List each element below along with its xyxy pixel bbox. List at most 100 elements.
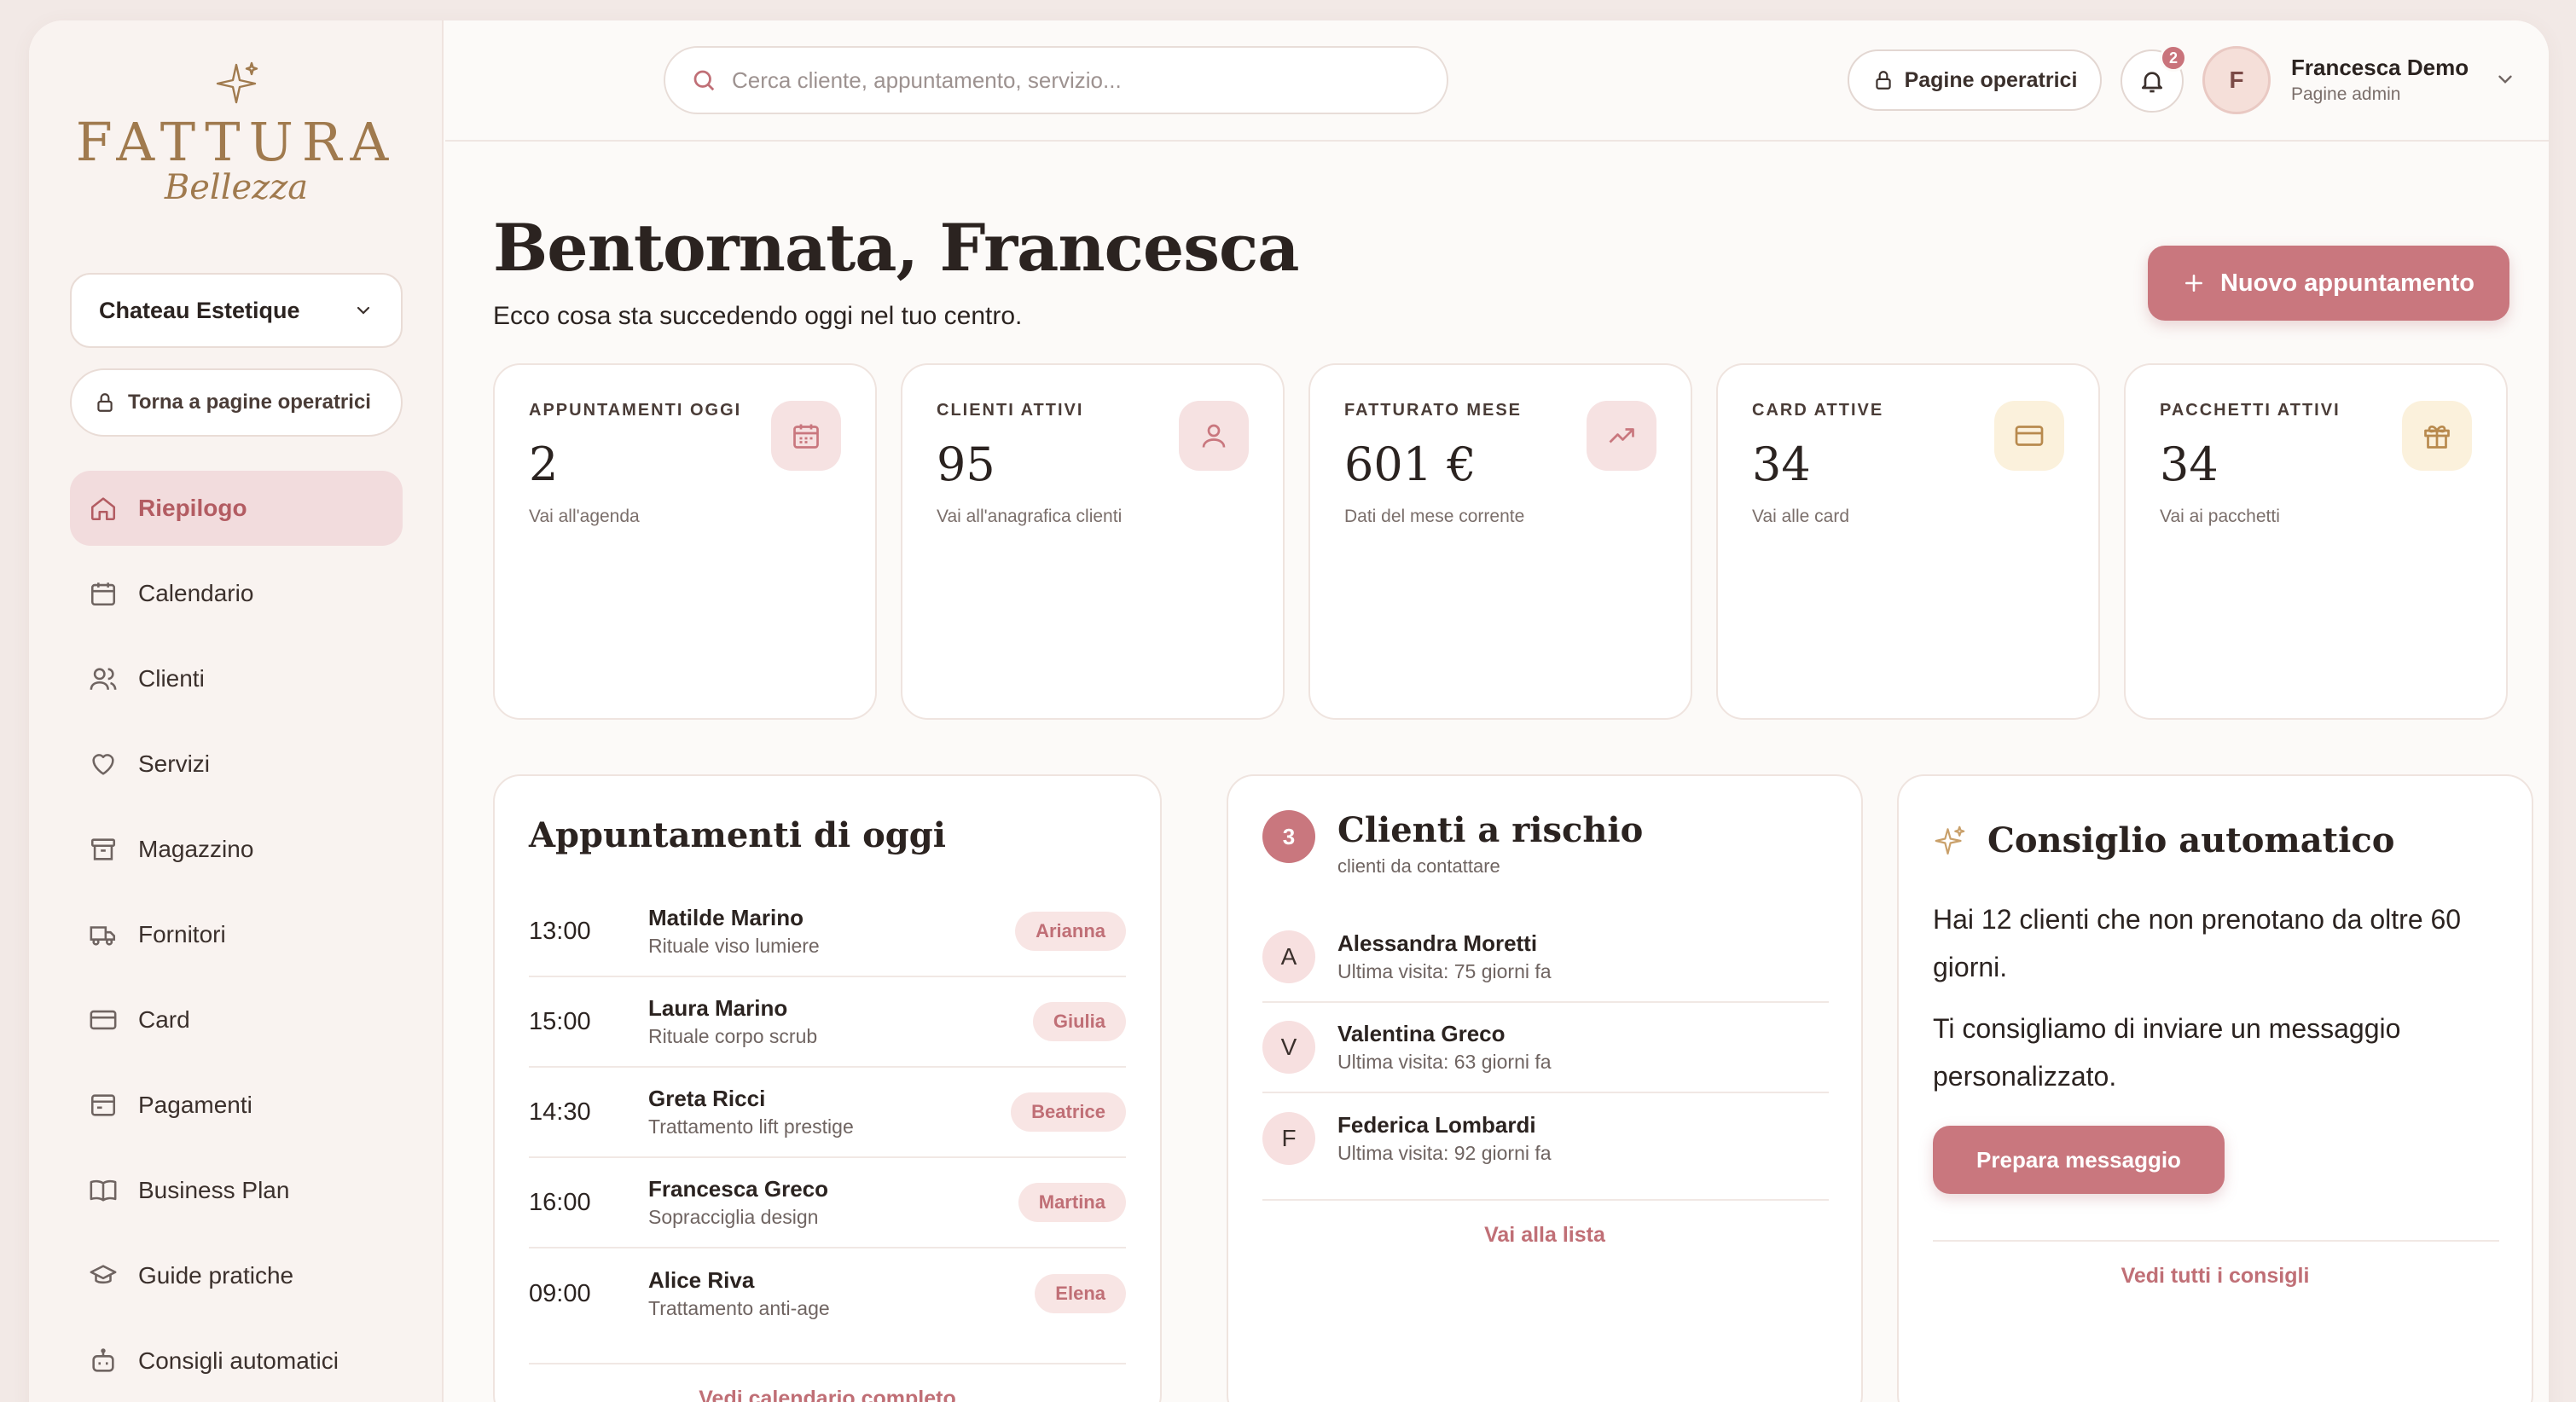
sidebar-item-label: Pagamenti: [138, 1092, 252, 1118]
risk-subtitle: clienti da contattare: [1337, 855, 1500, 877]
stat-link[interactable]: Vai ai pacchetti: [2160, 507, 2472, 527]
user-name: Francesca Demo: [2291, 55, 2469, 80]
client-name: Valentina Greco: [1337, 1021, 1506, 1046]
client-name: Alessandra Moretti: [1337, 930, 1538, 956]
users-icon: [90, 668, 117, 690]
sidebar-item-label: Card: [138, 1006, 190, 1033]
risk-client-list: A Alessandra Moretti Ultima visita: 75 g…: [1262, 912, 1829, 1184]
stat-link: Dati del mese corrente: [1344, 507, 1525, 526]
stat-card-revenue[interactable]: FATTURATO MESE 601 € Dati del mese corre…: [1308, 363, 1692, 720]
avatar[interactable]: F: [2202, 46, 2271, 114]
full-calendar-link[interactable]: Vedi calendario completo: [495, 1387, 1160, 1402]
wallet-icon: [90, 1094, 116, 1116]
staff-badge: Giulia: [1032, 1002, 1126, 1041]
stat-card-clients[interactable]: CLIENTI ATTIVI 95 Vai all'anagrafica cli…: [901, 363, 1285, 720]
appointments-panel: Appuntamenti di oggi 13:00 Matilde Marin…: [493, 774, 1162, 1402]
list-item[interactable]: 13:00 Matilde Marino Rituale viso lumier…: [529, 887, 1126, 977]
brand-subtitle: Bellezza: [164, 168, 309, 207]
search-input[interactable]: [732, 67, 1421, 94]
user-menu[interactable]: Francesca Demo Pagine admin: [2291, 55, 2469, 105]
sidebar-item-label: Business Plan: [138, 1177, 290, 1203]
list-item[interactable]: 15:00 Laura Marino Rituale corpo scrub G…: [529, 977, 1126, 1068]
brand-logo[interactable]: FATTURA Bellezza: [29, 58, 444, 205]
staff-badge: Arianna: [1015, 912, 1126, 951]
graduation-cap-icon: [90, 1265, 117, 1284]
avatar: F: [1262, 1112, 1315, 1165]
new-appointment-button[interactable]: Nuovo appuntamento: [2148, 246, 2509, 321]
tip-body: Hai 12 clienti che non prenotano da oltr…: [1933, 895, 2487, 1100]
appointments-list: 13:00 Matilde Marino Rituale viso lumier…: [529, 887, 1126, 1339]
stat-card-appointments[interactable]: APPUNTAMENTI OGGI 2 Vai all'agenda: [493, 363, 877, 720]
tip-header: Consiglio automatico: [1933, 820, 2394, 860]
divider: [1933, 1240, 2499, 1242]
stat-icon-wrap: [1179, 401, 1249, 471]
stats-row: APPUNTAMENTI OGGI 2 Vai all'agenda CLIEN…: [493, 363, 2508, 720]
list-item[interactable]: 14:30 Greta Ricci Trattamento lift prest…: [529, 1068, 1126, 1158]
all-tips-link[interactable]: Vedi tutti i consigli: [1899, 1264, 2532, 1289]
appointment-service: Rituale viso lumiere: [648, 935, 820, 957]
sidebar-item-guide-pratiche[interactable]: Guide pratiche: [70, 1238, 403, 1313]
sidebar-item-riepilogo[interactable]: Riepilogo: [70, 471, 403, 546]
notifications-button[interactable]: 2: [2121, 44, 2187, 113]
brand-name: FATTURA: [75, 111, 397, 173]
tip-panel: Consiglio automatico Hai 12 clienti che …: [1897, 774, 2533, 1402]
robot-icon: [92, 1348, 114, 1372]
tip-text: Hai 12 clienti che non prenotano da oltr…: [1933, 904, 2462, 982]
stat-icon-wrap: [1587, 401, 1656, 471]
sidebar-item-magazzino[interactable]: Magazzino: [70, 812, 403, 887]
back-to-operators-button[interactable]: Torna a pagine operatrici: [70, 368, 403, 437]
staff-badge: Beatrice: [1011, 1092, 1126, 1132]
list-item[interactable]: 09:00 Alice Riva Trattamento anti-age El…: [529, 1248, 1126, 1339]
main-content: Bentornata, Francesca Ecco cosa sta succ…: [445, 142, 2549, 1402]
avatar: A: [1262, 930, 1315, 983]
sidebar-item-clienti[interactable]: Clienti: [70, 641, 403, 716]
appointments-title: Appuntamenti di oggi: [529, 815, 946, 855]
list-item[interactable]: A Alessandra Moretti Ultima visita: 75 g…: [1262, 912, 1829, 1003]
calendar-icon: [90, 582, 116, 606]
sidebar-item-calendario[interactable]: Calendario: [70, 556, 403, 631]
sidebar: FATTURA Bellezza Chateau Estetique Torna…: [29, 20, 444, 1402]
sidebar-item-pagamenti[interactable]: Pagamenti: [70, 1068, 403, 1143]
sidebar-item-fornitori[interactable]: Fornitori: [70, 897, 403, 972]
stat-link[interactable]: Vai all'agenda: [529, 507, 841, 527]
center-select[interactable]: Chateau Estetique: [70, 273, 403, 348]
home-icon: [90, 497, 116, 521]
sidebar-item-consigli-automatici[interactable]: Consigli automatici: [70, 1324, 403, 1399]
list-item[interactable]: V Valentina Greco Ultima visita: 63 gior…: [1262, 1003, 1829, 1093]
credit-card-icon: [90, 1010, 117, 1030]
appointment-time: 16:00: [529, 1188, 591, 1216]
sidebar-item-business-plan[interactable]: Business Plan: [70, 1153, 403, 1228]
stat-icon-wrap: [2402, 401, 2472, 471]
user-icon: [1202, 424, 1226, 448]
risk-title: Clienti a rischio: [1337, 810, 1644, 850]
plus-icon: [2185, 275, 2202, 292]
appointment-client: Greta Ricci: [648, 1086, 766, 1111]
stat-card-cards[interactable]: CARD ATTIVE 34 Vai alle card: [1716, 363, 2100, 720]
risk-list-link[interactable]: Vai alla lista: [1228, 1223, 1861, 1248]
sidebar-item-label: Clienti: [138, 665, 205, 692]
stat-card-packages[interactable]: PACCHETTI ATTIVI 34 Vai ai pacchetti: [2124, 363, 2508, 720]
credit-card-icon: [2015, 426, 2044, 446]
chevron-down-icon[interactable]: [2494, 68, 2516, 90]
stat-link[interactable]: Vai alle card: [1752, 507, 2064, 527]
book-icon: [90, 1179, 117, 1202]
list-item[interactable]: F Federica Lombardi Ultima visita: 92 gi…: [1262, 1093, 1829, 1184]
sidebar-item-label: Calendario: [138, 580, 254, 606]
lock-icon: [1875, 71, 1891, 90]
prepare-message-button[interactable]: Prepara messaggio: [1933, 1126, 2225, 1194]
search-bar[interactable]: [664, 46, 1448, 114]
client-last-visit: Ultima visita: 92 giorni fa: [1337, 1142, 1552, 1164]
appointment-time: 15:00: [529, 1007, 591, 1035]
operator-pages-button[interactable]: Pagine operatrici: [1848, 49, 2102, 111]
staff-badge: Martina: [1018, 1183, 1126, 1222]
sidebar-item-servizi[interactable]: Servizi: [70, 727, 403, 802]
tip-title: Consiglio automatico: [1987, 820, 2395, 860]
sparkle-icon: [216, 61, 258, 104]
sidebar-item-card[interactable]: Card: [70, 982, 403, 1057]
risk-count-badge: 3: [1262, 810, 1315, 863]
stat-link[interactable]: Vai all'anagrafica clienti: [937, 507, 1249, 527]
risk-panel: 3 Clienti a rischio clienti da contattar…: [1227, 774, 1863, 1402]
back-to-operators-label: Torna a pagine operatrici: [128, 391, 371, 414]
list-item[interactable]: 16:00 Francesca Greco Sopracciglia desig…: [529, 1158, 1126, 1248]
appointment-service: Trattamento lift prestige: [648, 1115, 854, 1138]
